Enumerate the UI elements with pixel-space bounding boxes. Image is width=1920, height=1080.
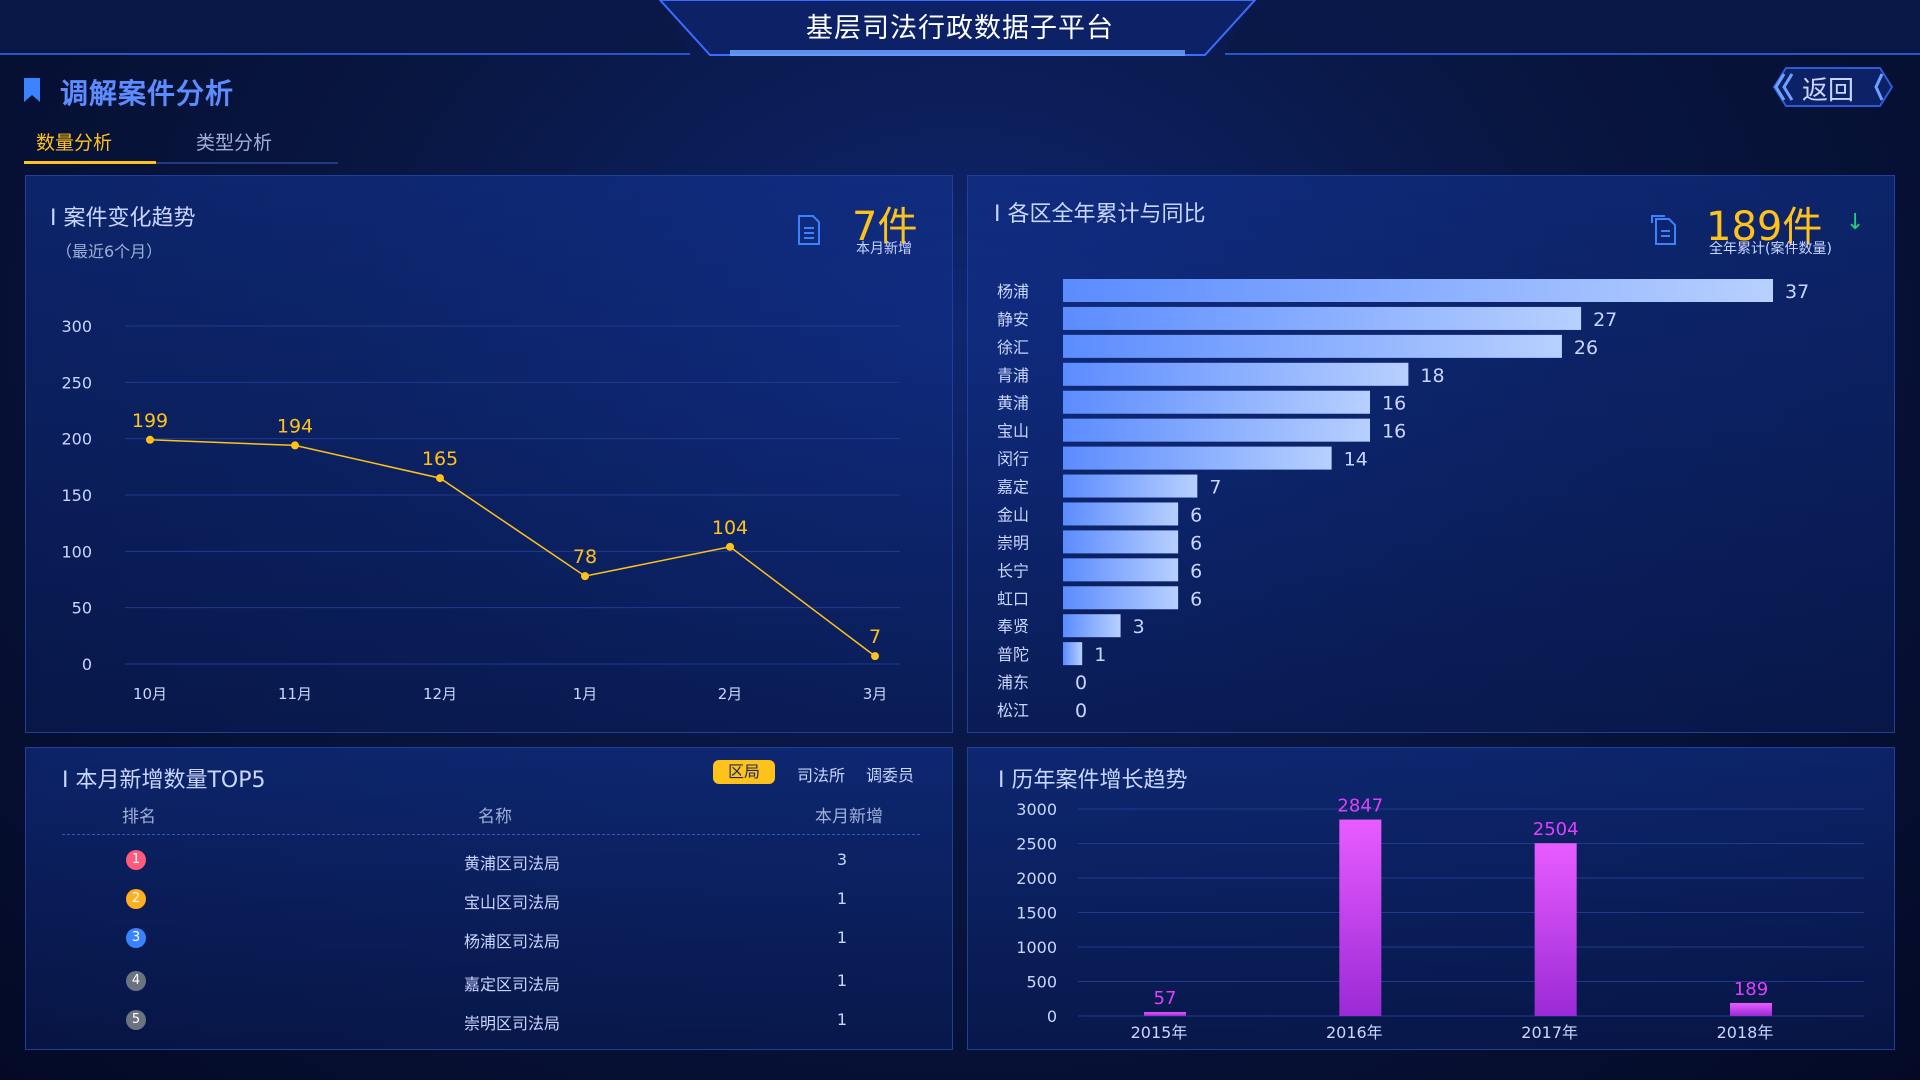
yearly-growth-bar-chart: 0 500 1000 1500 2000 2500 3000 57 2015年 2847 2016年… <box>1016 796 1864 1042</box>
bar-value-label: 57 <box>1154 988 1177 1009</box>
bar <box>1144 1012 1186 1016</box>
x-tick-label: 2018年 <box>1717 1023 1774 1042</box>
y-tick-label: 3000 <box>1016 800 1057 819</box>
bar-value-label: 189 <box>1734 979 1768 1000</box>
bar-value-label: 2847 <box>1337 796 1383 817</box>
y-tick-label: 0 <box>1047 1007 1057 1026</box>
x-tick-label: 2016年 <box>1326 1023 1383 1042</box>
y-tick-label: 2000 <box>1016 869 1057 888</box>
y-tick-label: 2500 <box>1016 835 1057 854</box>
bar <box>1534 843 1577 1016</box>
bar-value-label: 2504 <box>1533 819 1579 840</box>
y-tick-label: 1500 <box>1016 904 1057 923</box>
y-tick-label: 500 <box>1026 973 1057 992</box>
y-tick-label: 1000 <box>1016 938 1057 957</box>
bar <box>1730 1002 1772 1016</box>
bar <box>1339 819 1382 1016</box>
x-tick-label: 2017年 <box>1521 1023 1578 1042</box>
x-tick-label: 2015年 <box>1131 1023 1188 1042</box>
